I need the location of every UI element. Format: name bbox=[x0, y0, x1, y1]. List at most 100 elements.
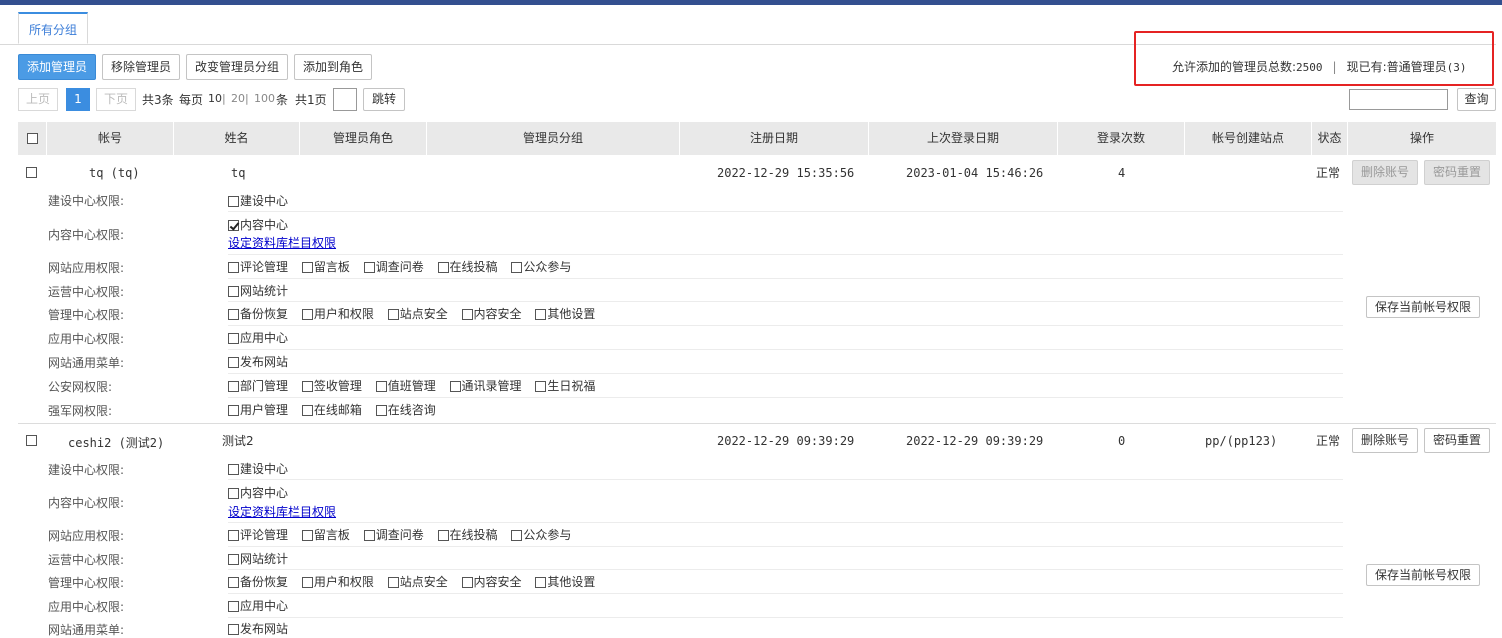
save-permissions-button[interactable]: 保存当前帐号权限 bbox=[1366, 296, 1481, 318]
tab-all-groups[interactable]: 所有分组 bbox=[18, 12, 89, 44]
perm-option[interactable]: 网站统计 bbox=[228, 284, 288, 298]
perm-option[interactable]: 部门管理 bbox=[228, 379, 288, 393]
perm-label: 内容中心权限: bbox=[48, 228, 125, 242]
select-all-checkbox[interactable] bbox=[26, 133, 38, 144]
search-button[interactable]: 查询 bbox=[1457, 88, 1496, 111]
perm-option[interactable]: 内容安全 bbox=[461, 307, 522, 321]
perm-option[interactable]: 值班管理 bbox=[375, 379, 436, 393]
perm-option[interactable]: 发布网站 bbox=[228, 355, 288, 369]
perm-items: 网站统计 bbox=[228, 550, 298, 567]
perm-option[interactable]: 用户和权限 bbox=[301, 307, 374, 321]
perm-option[interactable]: 应用中心 bbox=[228, 599, 288, 613]
search-input[interactable] bbox=[1349, 89, 1448, 110]
perm-label: 网站通用菜单: bbox=[48, 356, 125, 370]
site-cell: pp/(pp123) bbox=[1205, 434, 1278, 448]
perm-option[interactable]: 调查问卷 bbox=[363, 260, 424, 274]
perm-option[interactable]: 评论管理 bbox=[228, 528, 288, 542]
current-page[interactable]: 1 bbox=[66, 88, 90, 111]
perm-option[interactable]: 内容中心 bbox=[228, 486, 288, 500]
perm-option[interactable]: 建设中心 bbox=[228, 194, 288, 208]
account-cell: ceshi2 (测试2) bbox=[68, 436, 165, 450]
perm-items: 建设中心 bbox=[228, 192, 298, 209]
perm-option[interactable]: 建设中心 bbox=[228, 462, 288, 476]
reset-password-button[interactable]: 密码重置 bbox=[1424, 160, 1491, 185]
perm-option[interactable]: 内容安全 bbox=[461, 575, 522, 589]
perm-option[interactable]: 网站统计 bbox=[228, 552, 288, 566]
top-bar bbox=[0, 0, 1502, 5]
perm-option[interactable]: 用户和权限 bbox=[301, 575, 374, 589]
info-separator: | bbox=[1332, 60, 1337, 74]
allowed-label: 允许添加的管理员总数: bbox=[1172, 60, 1297, 74]
perm-option[interactable]: 站点安全 bbox=[387, 575, 448, 589]
perm-option[interactable]: 留言板 bbox=[301, 528, 350, 542]
perm-label: 应用中心权限: bbox=[48, 600, 125, 614]
admin-quota-info: 允许添加的管理员总数:2500 | 现已有:普通管理员(3) bbox=[1172, 58, 1467, 75]
perm-items: 建设中心 bbox=[228, 460, 298, 477]
perm-label: 应用中心权限: bbox=[48, 332, 125, 346]
change-group-button[interactable]: 改变管理员分组 bbox=[186, 54, 289, 80]
perm-label: 网站应用权限: bbox=[48, 261, 125, 275]
perm-option[interactable]: 评论管理 bbox=[228, 260, 288, 274]
perm-option[interactable]: 签收管理 bbox=[301, 379, 362, 393]
perm-option[interactable]: 生日祝福 bbox=[535, 379, 595, 393]
reg-date-cell: 2022-12-29 09:39:29 bbox=[717, 434, 855, 448]
perm-option[interactable]: 站点安全 bbox=[387, 307, 448, 321]
perm-items: 评论管理 留言板 调查问卷 在线投稿 公众参与 bbox=[228, 258, 581, 275]
perm-items: 发布网站 bbox=[228, 620, 298, 637]
perm-option[interactable]: 在线投稿 bbox=[437, 528, 498, 542]
add-to-role-button[interactable]: 添加到角色 bbox=[294, 54, 373, 80]
next-page-button[interactable]: 下页 bbox=[96, 88, 137, 111]
perm-option[interactable]: 发布网站 bbox=[228, 622, 288, 636]
delete-account-button[interactable]: 删除账号 bbox=[1352, 160, 1419, 185]
perm-items: 应用中心 bbox=[228, 329, 298, 346]
perm-option[interactable]: 备份恢复 bbox=[228, 307, 288, 321]
prev-page-button[interactable]: 上页 bbox=[18, 88, 59, 111]
col-name: 姓名 bbox=[174, 122, 300, 155]
name-cell: 测试2 bbox=[222, 434, 254, 448]
jump-button[interactable]: 跳转 bbox=[363, 88, 406, 111]
row-checkbox[interactable] bbox=[26, 167, 37, 178]
perm-items: 内容中心 bbox=[228, 484, 298, 501]
perm-option[interactable]: 留言板 bbox=[301, 260, 350, 274]
perm-option[interactable]: 备份恢复 bbox=[228, 575, 288, 589]
perm-option[interactable]: 应用中心 bbox=[228, 331, 288, 345]
existing-value: (3) bbox=[1446, 61, 1467, 74]
page-size-20[interactable]: 20 bbox=[231, 92, 245, 105]
per-page-label: 每页 bbox=[179, 93, 204, 107]
save-permissions-button[interactable]: 保存当前帐号权限 bbox=[1366, 564, 1481, 586]
perm-option[interactable]: 用户管理 bbox=[228, 403, 288, 417]
set-library-column-permission-link[interactable]: 设定资料库栏目权限 bbox=[228, 236, 336, 250]
perm-option[interactable]: 其他设置 bbox=[535, 307, 595, 321]
perm-option[interactable]: 其他设置 bbox=[535, 575, 595, 589]
perm-items: 网站统计 bbox=[228, 282, 298, 299]
perm-option[interactable]: 在线投稿 bbox=[437, 260, 498, 274]
perm-option[interactable]: 在线咨询 bbox=[375, 403, 436, 417]
remove-admin-button[interactable]: 移除管理员 bbox=[102, 54, 181, 80]
account-cell: tq (tq) bbox=[89, 166, 140, 180]
perm-label: 网站应用权限: bbox=[48, 529, 125, 543]
table-header: 帐号 姓名 管理员角色 管理员分组 注册日期 上次登录日期 登录次数 帐号创建站… bbox=[18, 122, 1496, 155]
page-number-input[interactable] bbox=[333, 88, 357, 111]
status-cell: 正常 bbox=[1316, 166, 1341, 180]
perm-items: 内容中心 bbox=[228, 216, 298, 233]
col-actions: 操作 bbox=[1409, 131, 1434, 145]
page-size-100[interactable]: 100 bbox=[254, 92, 275, 105]
col-account: 帐号 bbox=[47, 122, 174, 155]
page-size-10[interactable]: 10 bbox=[208, 92, 222, 105]
col-status: 状态 bbox=[1312, 122, 1348, 155]
col-reg-date: 注册日期 bbox=[680, 122, 869, 155]
row-checkbox[interactable] bbox=[26, 435, 37, 446]
perm-option[interactable]: 内容中心 bbox=[228, 218, 288, 232]
add-admin-button[interactable]: 添加管理员 bbox=[18, 54, 97, 80]
perm-label: 强军网权限: bbox=[48, 404, 113, 418]
perm-label: 运营中心权限: bbox=[48, 285, 125, 299]
delete-account-button[interactable]: 删除账号 bbox=[1352, 428, 1419, 453]
perm-items: 备份恢复 用户和权限 站点安全 内容安全 其他设置 bbox=[228, 305, 605, 322]
perm-option[interactable]: 调查问卷 bbox=[363, 528, 424, 542]
perm-option[interactable]: 公众参与 bbox=[511, 528, 571, 542]
perm-option[interactable]: 通讯录管理 bbox=[449, 379, 522, 393]
set-library-column-permission-link[interactable]: 设定资料库栏目权限 bbox=[228, 505, 336, 519]
perm-option[interactable]: 公众参与 bbox=[511, 260, 571, 274]
perm-option[interactable]: 在线邮箱 bbox=[301, 403, 362, 417]
reset-password-button[interactable]: 密码重置 bbox=[1424, 428, 1491, 453]
